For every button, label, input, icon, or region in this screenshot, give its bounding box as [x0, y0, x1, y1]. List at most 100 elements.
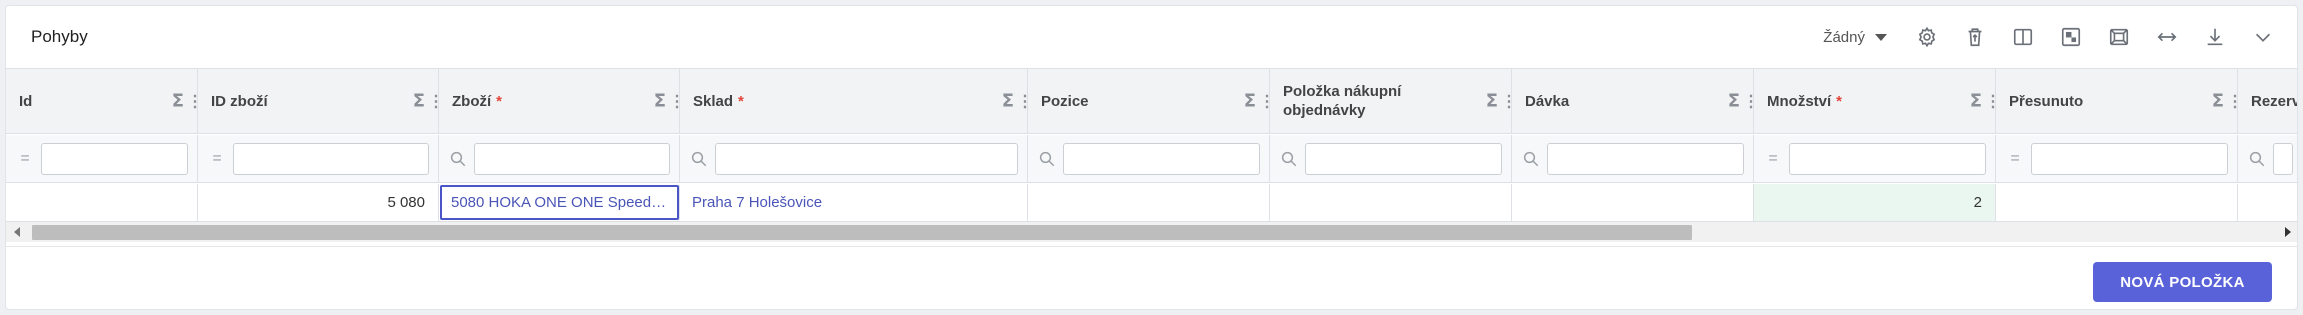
filter-input-polozka-nakupni-objednavky[interactable]: [1305, 142, 1502, 175]
panel-header: Pohyby Žádný: [6, 6, 2297, 68]
column-header-id[interactable]: Id Σ ⋮: [6, 69, 203, 133]
sum-icon[interactable]: Σ: [654, 91, 666, 112]
required-marker: *: [496, 92, 502, 110]
horizontal-scrollbar[interactable]: [6, 222, 2297, 242]
filter-input-sklad[interactable]: [715, 142, 1018, 175]
column-header-actions: Σ ⋮: [1244, 91, 1275, 112]
sum-icon[interactable]: Σ: [1486, 91, 1498, 112]
movements-panel: Pohyby Žádný Id Σ ⋮ ID zboží Σ ⋮ Zboží *…: [5, 5, 2298, 310]
column-header-mnozstvi[interactable]: Množství * Σ ⋮: [1754, 69, 2001, 133]
column-header-polozka-nakupni-objednavky[interactable]: Položka nákupní objednávky Σ ⋮: [1270, 69, 1517, 133]
column-menu-icon[interactable]: ⋮: [669, 91, 685, 111]
sum-icon[interactable]: Σ: [1002, 91, 1014, 112]
required-marker: *: [738, 92, 744, 110]
fullscreen-icon: [2109, 28, 2129, 46]
table-row[interactable]: 5 080 5080 HOKA ONE ONE Speed… Praha 7 Hol…: [6, 184, 2297, 222]
view-select[interactable]: Žádný: [1823, 29, 1887, 46]
cell-value: 2: [1973, 194, 1982, 211]
header-row: Id Σ ⋮ ID zboží Σ ⋮ Zboží * Σ ⋮ Sklad * Σ ⋮ Pozice Σ ⋮ Po…: [6, 69, 2297, 134]
filter-cell-pozice: [1028, 135, 1270, 182]
column-header-presunuto[interactable]: Přesunuto Σ ⋮: [1996, 69, 2243, 133]
search-icon[interactable]: [2247, 150, 2267, 168]
sum-icon[interactable]: Σ: [2212, 91, 2224, 112]
column-header-sklad[interactable]: Sklad * Σ ⋮: [680, 69, 1033, 133]
column-menu-icon[interactable]: ⋮: [428, 91, 444, 111]
scroll-left-icon[interactable]: [14, 227, 20, 237]
settings-button[interactable]: [1903, 13, 1951, 61]
equals-filter-icon[interactable]: =: [2005, 150, 2025, 168]
cell-id-zbozi: 5 080: [198, 184, 439, 221]
columns-button[interactable]: [1999, 13, 2047, 61]
filter-input-davka[interactable]: [1547, 142, 1744, 175]
column-header-actions: Σ ⋮: [413, 91, 444, 112]
filter-cell-rezerv: [2238, 135, 2297, 182]
delete-button[interactable]: [1951, 13, 1999, 61]
search-icon[interactable]: [1521, 150, 1541, 168]
column-menu-icon[interactable]: ⋮: [1017, 91, 1033, 111]
filter-input-rezerv[interactable]: [2273, 142, 2293, 175]
column-header-rezerv[interactable]: Rezerv: [2238, 69, 2297, 133]
sum-icon[interactable]: Σ: [1728, 91, 1740, 112]
column-header-actions: Σ ⋮: [1970, 91, 2001, 112]
trash-icon: [1968, 28, 1982, 47]
scrollbar-thumb[interactable]: [32, 225, 1692, 240]
search-icon[interactable]: [448, 150, 468, 168]
panel-title: Pohyby: [31, 27, 88, 46]
panel-toolbar: Žádný: [1823, 6, 2297, 68]
column-menu-icon[interactable]: ⋮: [187, 91, 203, 111]
scroll-right-icon[interactable]: [2285, 227, 2291, 237]
sum-icon[interactable]: Σ: [1970, 91, 1982, 112]
column-menu-icon[interactable]: ⋮: [1743, 91, 1759, 111]
column-header-actions: Σ ⋮: [1728, 91, 1759, 112]
equals-filter-icon[interactable]: =: [15, 150, 35, 168]
filter-input-id-zbozi[interactable]: [233, 142, 429, 175]
filter-input-id[interactable]: [41, 142, 188, 175]
gear-icon: [1918, 26, 1936, 48]
column-header-pozice[interactable]: Pozice Σ ⋮: [1028, 69, 1275, 133]
download-button[interactable]: [2191, 13, 2239, 61]
column-label: Přesunuto: [2009, 92, 2084, 110]
fit-width-button[interactable]: [2143, 13, 2191, 61]
collapse-button[interactable]: [2239, 13, 2287, 61]
cell-zbozi[interactable]: 5080 HOKA ONE ONE Speed…: [439, 184, 680, 221]
column-menu-icon[interactable]: ⋮: [2227, 91, 2243, 111]
column-header-actions: Σ ⋮: [172, 91, 203, 112]
column-menu-icon[interactable]: ⋮: [1259, 91, 1275, 111]
cell-pozice: [1028, 184, 1270, 221]
equals-filter-icon[interactable]: =: [207, 150, 227, 168]
search-icon[interactable]: [1037, 150, 1057, 168]
cell-mnozstvi: 2: [1754, 184, 1996, 221]
sum-icon[interactable]: Σ: [1244, 91, 1256, 112]
filter-cell-sklad: [680, 135, 1028, 182]
column-label: ID zboží: [211, 92, 268, 110]
sum-icon[interactable]: Σ: [172, 91, 184, 112]
cell-presunuto: [1996, 184, 2238, 221]
column-menu-icon[interactable]: ⋮: [1985, 91, 2001, 111]
sum-icon[interactable]: Σ: [413, 91, 425, 112]
search-icon[interactable]: [689, 150, 709, 168]
search-icon[interactable]: [1279, 150, 1299, 168]
filter-input-presunuto[interactable]: [2031, 142, 2228, 175]
cell-rezerv: [2238, 184, 2297, 221]
view-select-value: Žádný: [1823, 28, 1865, 46]
cell-value: Praha 7 Holešovice: [692, 194, 823, 211]
cell-polozka-nakupni-objednavky: [1270, 184, 1512, 221]
column-menu-icon[interactable]: ⋮: [1501, 91, 1517, 111]
column-label: Pozice: [1041, 92, 1089, 110]
fullscreen-button[interactable]: [2095, 13, 2143, 61]
column-header-actions: Σ ⋮: [654, 91, 685, 112]
cell-sklad[interactable]: Praha 7 Holešovice: [680, 184, 1028, 221]
layout-button[interactable]: [2047, 13, 2095, 61]
column-header-davka[interactable]: Dávka Σ ⋮: [1512, 69, 1759, 133]
download-icon: [2207, 28, 2223, 46]
filter-input-zbozi[interactable]: [474, 142, 670, 175]
column-header-zbozi[interactable]: Zboží * Σ ⋮: [439, 69, 685, 133]
required-marker: *: [1836, 92, 1843, 110]
column-header-id-zbozi[interactable]: ID zboží Σ ⋮: [198, 69, 444, 133]
chevron-down-icon: [2255, 33, 2271, 42]
filter-input-pozice[interactable]: [1063, 142, 1260, 175]
filter-input-mnozstvi[interactable]: [1789, 142, 1986, 175]
equals-filter-icon[interactable]: =: [1763, 150, 1783, 168]
caret-down-icon: [1875, 33, 1887, 41]
new-item-button[interactable]: NOVÁ POLOŽKA: [2093, 262, 2272, 302]
